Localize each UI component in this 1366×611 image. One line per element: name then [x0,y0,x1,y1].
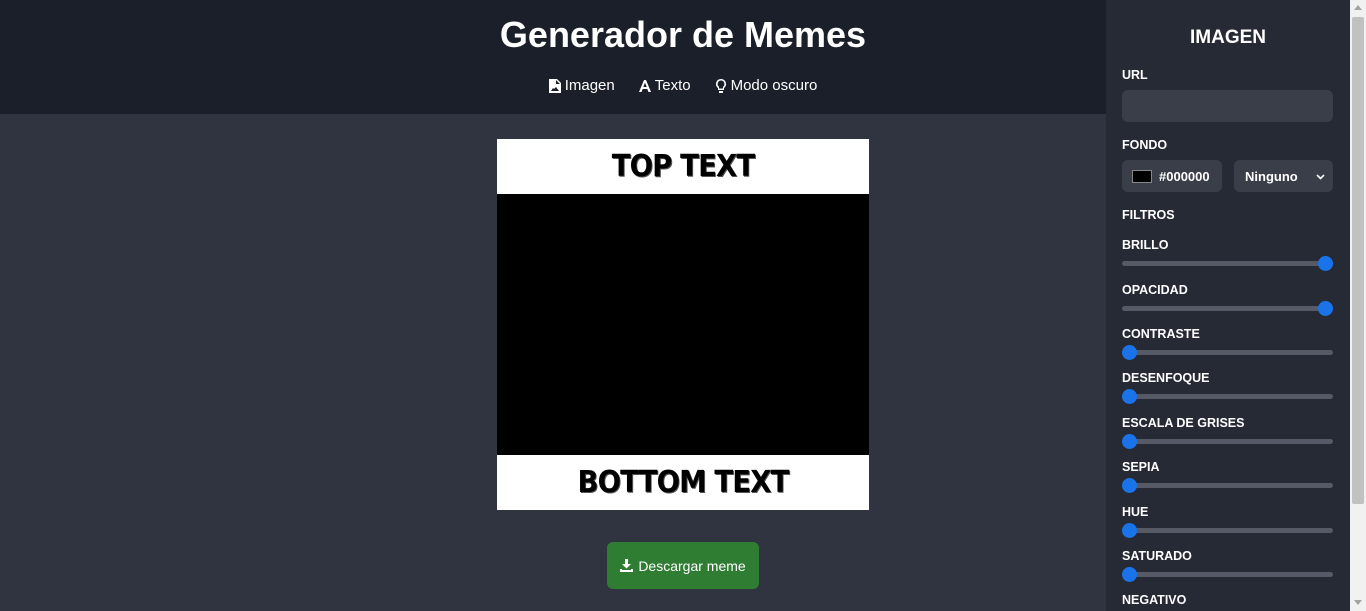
lightbulb-icon [715,78,726,93]
escala-de-grises-slider[interactable] [1122,434,1333,449]
color-swatch [1132,169,1152,183]
download-button[interactable]: Descargar meme [607,542,759,589]
scroll-down-icon[interactable] [1354,600,1362,605]
meme-bottom-text: BOTTOM TEXT [577,465,790,500]
slider-thumb[interactable] [1122,478,1137,493]
slider-label-contraste: CONTRASTE [1122,327,1200,341]
font-icon [638,79,651,92]
slider-label-brillo: BRILLO [1122,238,1169,252]
chevron-down-icon [1316,173,1325,180]
contraste-slider[interactable] [1122,345,1333,360]
background-color-picker[interactable]: #000000 [1122,160,1222,192]
slider-thumb[interactable] [1122,345,1137,360]
slider-label-desenfoque: DESENFOQUE [1122,371,1210,385]
opacidad-slider[interactable] [1122,301,1333,316]
desenfoque-slider[interactable] [1122,389,1333,404]
slider-thumb[interactable] [1122,523,1137,538]
slider-label-opacidad: OPACIDAD [1122,283,1188,297]
nav-item-label: Imagen [564,77,615,94]
slider-thumb[interactable] [1318,256,1333,271]
nav-item-label: Texto [654,77,691,94]
download-icon [620,559,634,572]
fondo-label: FONDO [1122,138,1168,152]
saturado-slider[interactable] [1122,567,1333,582]
image-panel: IMAGEN URL FONDO #000000 Ninguno FILTROS… [1106,0,1350,611]
blend-mode-select[interactable]: Ninguno [1234,160,1333,192]
meme-top-text: TOP TEXT [611,149,755,184]
panel-title: IMAGEN [1190,27,1266,48]
url-input[interactable] [1122,90,1333,122]
scrollbar[interactable] [1350,0,1366,611]
meme-canvas: TOP TEXT BOTTOM TEXT [497,139,869,510]
url-label: URL [1122,68,1148,82]
meme-image [497,194,869,455]
hue-slider[interactable] [1122,523,1333,538]
slider-label-saturado: SATURADO [1122,549,1192,563]
scroll-up-icon[interactable] [1354,5,1362,10]
negativo-label: NEGATIVO [1122,593,1187,607]
slider-label-hue: HUE [1122,505,1149,519]
slider-thumb[interactable] [1122,389,1137,404]
nav-item-imagen[interactable]: Imagen [548,77,615,94]
image-file-icon [548,78,561,93]
filtros-label: FILTROS [1122,208,1175,222]
slider-label-sepia: SEPIA [1122,460,1160,474]
slider-thumb[interactable] [1122,434,1137,449]
color-value: #000000 [1159,168,1210,184]
blend-mode-value: Ninguno [1245,168,1298,184]
slider-label-escala-de-grises: ESCALA DE GRISES [1122,416,1245,430]
nav-item-label: Modo oscuro [730,77,818,94]
sepia-slider[interactable] [1122,478,1333,493]
download-label: Descargar meme [638,557,746,574]
nav-item-texto[interactable]: Texto [638,77,691,94]
brillo-slider[interactable] [1122,256,1333,271]
scroll-thumb[interactable] [1352,17,1364,504]
slider-thumb[interactable] [1318,301,1333,316]
slider-thumb[interactable] [1122,567,1137,582]
nav-item-modo-oscuro[interactable]: Modo oscuro [715,77,818,94]
